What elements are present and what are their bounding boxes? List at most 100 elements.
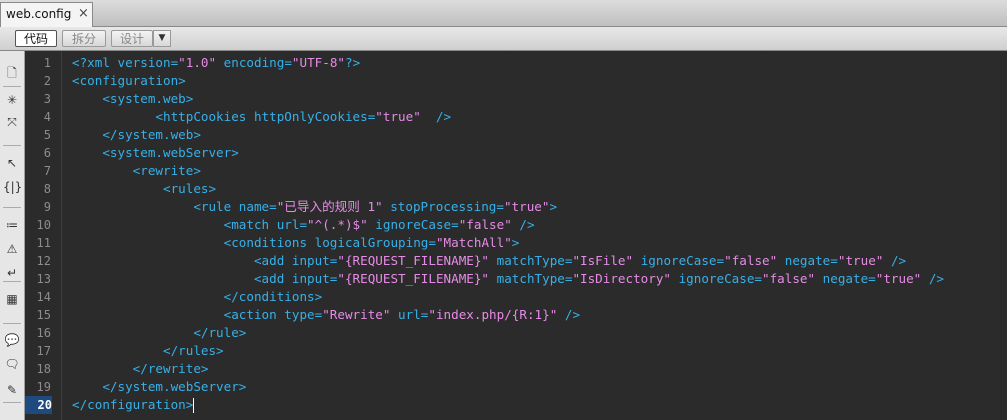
- code-view-button[interactable]: 代码: [15, 30, 57, 47]
- code-line[interactable]: <conditions logicalGrouping="MatchAll">: [72, 234, 520, 252]
- markup-token: </configuration>: [72, 397, 194, 412]
- attribute-value: "IsDirectory": [572, 271, 672, 286]
- attribute-value: "true": [875, 271, 922, 286]
- markup-token: <match url=: [72, 217, 308, 232]
- split-view-button[interactable]: 拆分: [62, 30, 106, 47]
- code-line[interactable]: </conditions>: [72, 288, 323, 306]
- toolbar-divider: [3, 86, 21, 87]
- word-wrap-icon[interactable]: ↵: [3, 265, 21, 281]
- attribute-value: "true": [503, 199, 550, 214]
- markup-token: matchType=: [489, 271, 573, 286]
- code-line[interactable]: <system.web>: [72, 90, 193, 108]
- line-number: 7: [43, 164, 51, 178]
- code-line[interactable]: <?xml version="1.0" encoding="UTF-8"?>: [72, 54, 360, 72]
- markup-token: <rules>: [72, 181, 217, 196]
- attribute-value: "true": [375, 109, 421, 124]
- apply-comment-icon[interactable]: 💬: [3, 332, 21, 348]
- open-documents-icon[interactable]: 🗋: [3, 65, 21, 81]
- line-number: 17: [36, 344, 51, 358]
- markup-token: </conditions>: [72, 289, 323, 304]
- line-number: 13: [36, 272, 51, 286]
- line-number: 19: [36, 380, 51, 394]
- line-number: 2: [43, 74, 51, 88]
- markup-token: <configuration>: [72, 73, 186, 88]
- toolbar-divider: [3, 402, 21, 403]
- collapse-icon[interactable]: ✳: [3, 92, 21, 108]
- attribute-value: "已导入的规则 1": [276, 199, 383, 214]
- markup-token: </rewrite>: [72, 361, 209, 376]
- code-line[interactable]: </rule>: [72, 324, 246, 342]
- code-line[interactable]: <action type="Rewrite" url="index.php/{R…: [72, 306, 580, 324]
- attribute-value: "UTF-8": [291, 55, 345, 70]
- code-line[interactable]: </configuration>: [72, 396, 195, 414]
- markup-token: <action type=: [72, 307, 323, 322]
- line-number: 14: [36, 290, 51, 304]
- tab-web-config[interactable]: web.config ×: [0, 2, 93, 27]
- highlight-invalid-code-icon[interactable]: ⚠: [3, 241, 21, 257]
- code-line[interactable]: <httpCookies httpOnlyCookies="true" />: [72, 108, 451, 126]
- markup-token: ?>: [344, 55, 361, 70]
- toolbar-divider: [3, 207, 21, 208]
- code-line[interactable]: </system.webServer>: [72, 378, 246, 396]
- code-line[interactable]: <configuration>: [72, 72, 186, 90]
- balance-braces-icon[interactable]: {|}: [3, 179, 22, 195]
- line-number: 20: [25, 396, 52, 414]
- markup-token: <system.webServer>: [72, 145, 239, 160]
- markup-token: </rules>: [72, 343, 224, 358]
- markup-token: <httpCookies httpOnlyCookies=: [72, 109, 376, 124]
- design-view-button[interactable]: 设计: [111, 30, 153, 47]
- markup-token: negate=: [815, 271, 876, 286]
- attribute-value: "Rewrite": [322, 307, 391, 322]
- code-line[interactable]: <rules>: [72, 180, 216, 198]
- code-line[interactable]: </system.web>: [72, 126, 201, 144]
- markup-token: url=: [390, 307, 429, 322]
- code-line[interactable]: <system.webServer>: [72, 144, 239, 162]
- line-number: 9: [43, 200, 51, 214]
- syntax-error-icon[interactable]: ▦: [3, 291, 21, 307]
- markup-token: matchType=: [489, 253, 573, 268]
- markup-token: <add input=: [72, 253, 338, 268]
- document-tab-bar: web.config ×: [0, 0, 1007, 27]
- expand-all-icon[interactable]: ⤧: [3, 114, 21, 130]
- code-line[interactable]: </rewrite>: [72, 360, 209, 378]
- line-number: 18: [36, 362, 51, 376]
- line-numbers-icon[interactable]: ≔: [3, 217, 21, 233]
- line-number: 5: [43, 128, 51, 142]
- attribute-value: "index.php/{R:1}": [428, 307, 558, 322]
- line-number: 6: [43, 146, 51, 160]
- code-line[interactable]: <add input="{REQUEST_FILENAME}" matchTyp…: [72, 252, 906, 270]
- select-parent-tag-icon[interactable]: ↖: [3, 155, 21, 171]
- attribute-value: "false": [724, 253, 778, 268]
- markup-token: </rule>: [72, 325, 247, 340]
- markup-token: >: [549, 199, 558, 214]
- close-icon[interactable]: ×: [78, 7, 89, 21]
- line-number: 16: [36, 326, 51, 340]
- line-number: 10: [36, 218, 51, 232]
- markup-token: />: [511, 217, 535, 232]
- code-line[interactable]: <match url="^(.*)$" ignoreCase="false" /…: [72, 216, 535, 234]
- attribute-value: "^(.*)$": [307, 217, 368, 232]
- attribute-value: "{REQUEST_FILENAME}": [337, 253, 490, 268]
- markup-token: <rewrite>: [72, 163, 201, 178]
- attribute-value: "false": [458, 217, 512, 232]
- markup-token: >: [511, 235, 520, 250]
- markup-token: />: [420, 109, 452, 124]
- code-line[interactable]: <add input="{REQUEST_FILENAME}" matchTyp…: [72, 270, 944, 288]
- tab-label: web.config: [6, 7, 72, 21]
- toolbar-divider: [3, 281, 21, 282]
- attribute-value: "false": [762, 271, 816, 286]
- markup-token: />: [557, 307, 581, 322]
- attribute-value: "true": [837, 253, 884, 268]
- code-line[interactable]: <rewrite>: [72, 162, 201, 180]
- wrap-tag-icon[interactable]: ✎: [3, 382, 21, 398]
- attribute-value: "{REQUEST_FILENAME}": [337, 271, 490, 286]
- markup-token: ignoreCase=: [671, 271, 763, 286]
- code-line[interactable]: <rule name="已导入的规则 1" stopProcessing="tr…: [72, 198, 557, 216]
- markup-token: <system.web>: [72, 91, 194, 106]
- code-line[interactable]: </rules>: [72, 342, 224, 360]
- markup-token: ignoreCase=: [633, 253, 725, 268]
- chevron-down-icon[interactable]: ▼: [153, 30, 171, 47]
- toolbar-divider: [3, 323, 21, 324]
- coding-toolbar: 🗋 ✳ ⤧ ↖ {|} ≔ ⚠ ↵ ▦ 💬 🗨 ✎: [0, 51, 25, 420]
- remove-comment-icon[interactable]: 🗨: [3, 356, 21, 372]
